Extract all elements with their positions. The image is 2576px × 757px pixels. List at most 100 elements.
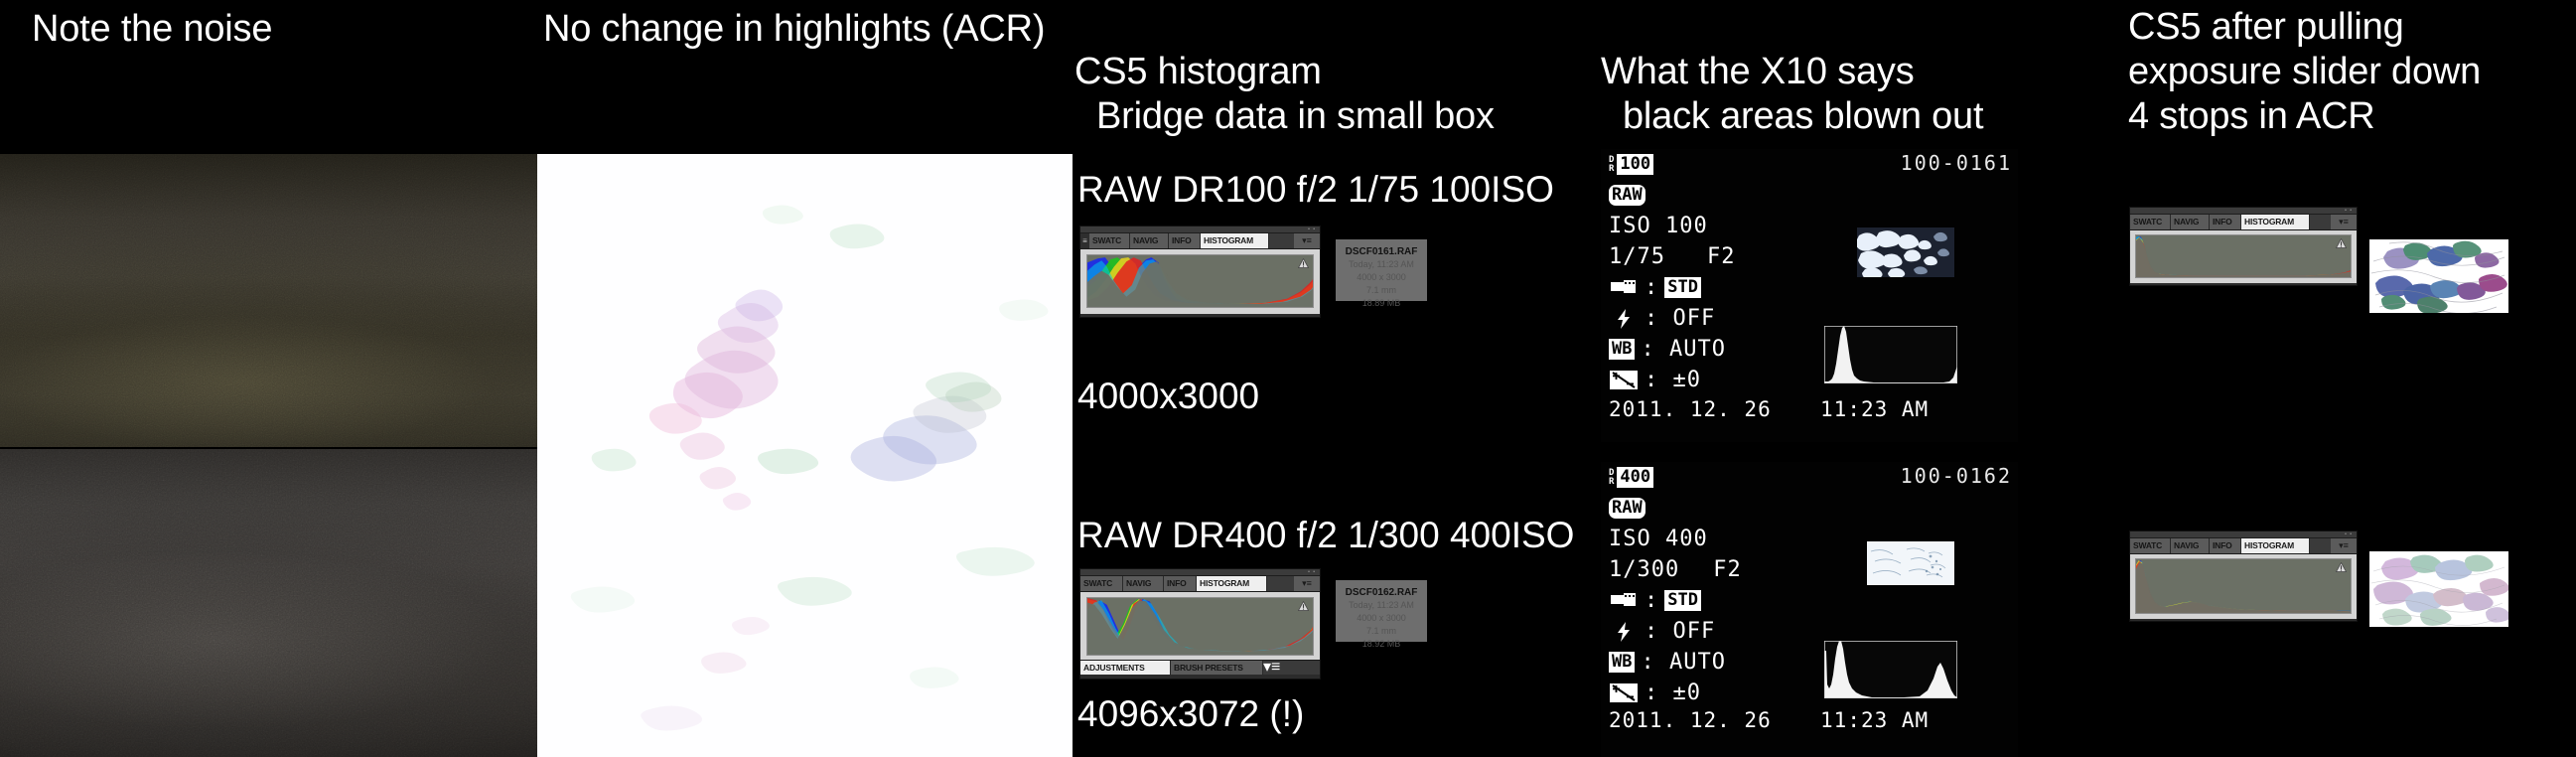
raw-format-badge: RAW: [1609, 498, 1646, 519]
thumbnail-image: [2369, 239, 2508, 313]
metadata-focal-length: 7.1 mm: [1365, 285, 1396, 295]
panel-grip-icon: • •: [2345, 208, 2353, 214]
pulled-histogram-panel-dr400[interactable]: • • SWATC NAVIG INFO HISTOGRAM ▾≡: [2129, 530, 2358, 622]
grain-texture-icon: [0, 449, 537, 757]
tab-info[interactable]: INFO: [2210, 215, 2241, 229]
dr-label-r: R: [1609, 476, 1616, 487]
uncached-data-warning-icon[interactable]: [1298, 258, 1309, 268]
film-simulation-icon: [1609, 278, 1639, 298]
dynamic-range-icon: DR 100: [1609, 154, 1654, 175]
lcd-row-iso: ISO 100: [1609, 214, 1708, 238]
panel-menu-icon[interactable]: ▾≡: [1294, 233, 1320, 248]
panel-titlebar[interactable]: • •: [2130, 208, 2357, 215]
tab-navigator[interactable]: NAVIG: [2171, 215, 2210, 229]
lcd-row-exposure-compensation: : ±0: [1609, 678, 1742, 708]
lcd-row-dr: DR 100: [1609, 149, 1735, 180]
histogram-body: [1080, 249, 1320, 314]
tab-navigator[interactable]: NAVIG: [2171, 538, 2210, 553]
histogram-curves: [1087, 598, 1313, 655]
noise-patch-dr400: [0, 449, 537, 757]
lcd-row-exposure: 1/300 F2: [1609, 554, 1742, 585]
histogram-plot-dr100: [1086, 254, 1314, 308]
flash-value: : OFF: [1645, 619, 1716, 644]
panel-menu-icon[interactable]: ▾≡: [2331, 538, 2357, 553]
frame-number: 100-0161: [1900, 151, 2012, 175]
panel-titlebar[interactable]: • •: [1080, 569, 1320, 576]
panel-bottom-tab-row[interactable]: ADJUSTMENTS BRUSH PRESETS ▾≡: [1080, 660, 1320, 676]
histogram-panel-dr100[interactable]: • • ≡ SWATC NAVIG INFO HISTOGRAM ▾≡: [1079, 226, 1321, 318]
camera-lcd-dr400: 100-0162 DR 400 RAW ISO 400 1/300 F2: S…: [1601, 462, 2018, 757]
pulled-thumbnail-dr400: [2369, 551, 2508, 627]
bridge-metadata-box-dr400: DSCF0162.RAF Today, 11:23 AM 4000 x 3000…: [1336, 580, 1427, 649]
wb-icon: WB: [1609, 339, 1636, 360]
lcd-row-film-simulation: : STD: [1609, 272, 1735, 303]
histogram-body: [1080, 592, 1320, 660]
tab-adjustments[interactable]: ADJUSTMENTS: [1080, 661, 1171, 675]
header-cs5-histogram: CS5 histogram Bridge data in small box: [1074, 5, 1495, 183]
lcd-date: 2011. 12. 26: [1609, 708, 1772, 732]
lcd-row-format: RAW: [1609, 493, 1742, 524]
lcd-datetime: 2011. 12. 26 11:23 AM: [1609, 397, 1929, 421]
flash-icon: [1609, 621, 1639, 642]
panel-menu-icon[interactable]: ▾≡: [1263, 660, 1280, 676]
in-camera-histogram: [1824, 326, 1957, 383]
uncached-data-warning-icon[interactable]: [2336, 562, 2347, 572]
panel-tab-row[interactable]: SWATC NAVIG INFO HISTOGRAM ▾≡: [2130, 215, 2357, 230]
tab-swatches[interactable]: SWATC: [2130, 215, 2171, 229]
panel-titlebar[interactable]: • •: [2130, 531, 2357, 538]
panel-tab-row[interactable]: SWATC NAVIG INFO HISTOGRAM ▾≡: [1080, 576, 1320, 592]
panel-titlebar[interactable]: • •: [1080, 227, 1320, 233]
plus-minus-icon: [1610, 683, 1638, 702]
header-note-the-noise: Note the noise: [32, 8, 273, 50]
tab-histogram[interactable]: HISTOGRAM: [1201, 233, 1269, 248]
header-cs5-line1: CS5 histogram: [1074, 50, 1322, 92]
lightning-bolt-icon: [1618, 308, 1630, 329]
pulled-histogram-panel-dr100[interactable]: • • SWATC NAVIG INFO HISTOGRAM ▾≡: [2129, 207, 2358, 286]
panel-menu-icon[interactable]: ▾≡: [2331, 215, 2357, 229]
flash-value: : OFF: [1645, 306, 1716, 331]
lcd-row-film-simulation: : STD: [1609, 585, 1742, 616]
tab-info[interactable]: INFO: [1164, 576, 1197, 591]
uncached-data-warning-icon[interactable]: [1298, 601, 1309, 611]
panel-tab-row[interactable]: ≡ SWATC NAVIG INFO HISTOGRAM ▾≡: [1080, 233, 1320, 249]
lcd-row-dr: DR 400: [1609, 462, 1742, 493]
histogram-panel-dr400[interactable]: • • SWATC NAVIG INFO HISTOGRAM ▾≡ ADJUST…: [1079, 568, 1321, 680]
tab-histogram[interactable]: HISTOGRAM: [1197, 576, 1267, 591]
pulled-thumbnail-dr100: [2369, 239, 2508, 313]
panel-menu-icon[interactable]: ▾≡: [1294, 576, 1320, 591]
thumbnail-image: [1867, 541, 1954, 585]
lcd-row-white-balance: WB : AUTO: [1609, 334, 1735, 365]
bridge-metadata-box-dr100: DSCF0161.RAF Today, 11:23 AM 4000 x 3000…: [1336, 239, 1427, 308]
grain-texture-icon: [0, 154, 537, 447]
histogram-curves: [2136, 235, 2351, 277]
panel-tab-row[interactable]: SWATC NAVIG INFO HISTOGRAM ▾≡: [2130, 538, 2357, 554]
tab-histogram[interactable]: HISTOGRAM: [2241, 215, 2310, 229]
tab-navigator[interactable]: NAVIG: [1130, 233, 1169, 248]
collapse-icon[interactable]: ≡: [1080, 233, 1089, 248]
histogram-plot-pulled-dr400: [2135, 558, 2352, 614]
header-x10-line1: What the X10 says: [1601, 50, 1915, 92]
lcd-info-rows: DR 100 RAW ISO 100 1/75 F2: STD: OFF W…: [1609, 149, 1735, 395]
tab-brush-presets[interactable]: BRUSH PRESETS: [1171, 661, 1263, 675]
metadata-filesize: 18.92 MB: [1361, 639, 1401, 649]
tab-navigator[interactable]: NAVIG: [1123, 576, 1164, 591]
dynamic-range-icon: DR 400: [1609, 467, 1654, 488]
uncached-data-warning-icon[interactable]: [2336, 238, 2347, 248]
panel-grip-icon: • •: [2345, 531, 2353, 537]
tab-histogram[interactable]: HISTOGRAM: [2241, 538, 2310, 553]
header-no-change-in-highlights: No change in highlights (ACR): [543, 8, 1046, 50]
panel-grip-icon: • •: [1308, 227, 1316, 232]
frame-number: 100-0162: [1900, 464, 2012, 488]
plus-minus-icon: [1610, 371, 1638, 389]
histogram-curves: [1087, 257, 1313, 307]
tab-info[interactable]: INFO: [1169, 233, 1201, 248]
tab-swatches[interactable]: SWATC: [1089, 233, 1130, 248]
exposure-compensation-icon: [1609, 683, 1639, 703]
tab-swatches[interactable]: SWATC: [1080, 576, 1123, 591]
camera-lcd-dr100: 100-0161 DR 100 RAW ISO 100 1/75 F2: ST…: [1601, 149, 2018, 442]
lcd-row-format: RAW: [1609, 180, 1735, 211]
tab-swatches[interactable]: SWATC: [2130, 538, 2171, 553]
ev-value: : ±0: [1645, 681, 1701, 705]
panel-grip-icon: • •: [1308, 569, 1316, 575]
tab-info[interactable]: INFO: [2210, 538, 2241, 553]
